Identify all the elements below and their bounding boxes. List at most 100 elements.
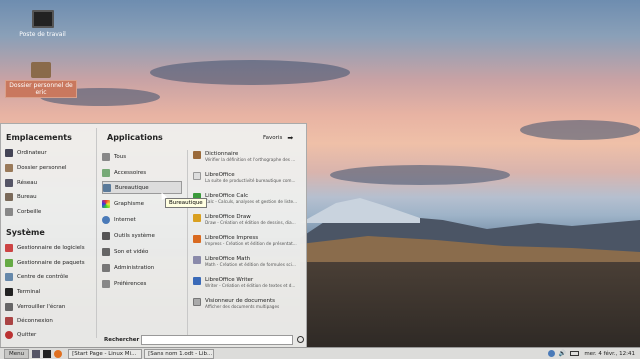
category-label: Préférences [114,280,147,287]
place-label: Bureau [17,193,37,200]
battery-icon[interactable] [570,351,580,356]
category-internet[interactable]: Internet [102,213,182,226]
places-heading: Emplacements [6,133,72,142]
category-label: Graphisme [114,200,145,207]
app-libreoffice-calc[interactable]: LibreOffice Calc Calc - Calculs, analyses… [193,193,308,213]
system-control-center[interactable]: Centre de contrôle [5,270,68,283]
category-label: Accessoires [114,169,147,176]
app-description: La suite de productivité bureautique com… [205,178,296,183]
system-label: Gestionnaire de paquets [17,259,85,266]
system-package-manager[interactable]: Gestionnaire de paquets [5,256,85,269]
category-label: Administration [114,264,155,271]
app-libreoffice-math[interactable]: LibreOffice Math Math - Création et éditi… [193,256,308,276]
category-system-tools[interactable]: Outils système [102,229,182,242]
start-menu: Emplacements Ordinateur Dossier personne… [0,123,307,349]
category-tooltip: Bureautique [165,198,207,208]
package-manager-icon [5,258,13,267]
place-label: Corbeille [17,208,42,215]
category-label: Bureautique [115,184,149,191]
system-lock-screen[interactable]: Verrouiller l'écran [5,300,65,313]
category-sound-video[interactable]: Son et vidéo [102,245,182,258]
system-heading: Système [6,228,45,237]
system-quit[interactable]: Quitter [5,328,36,341]
place-network[interactable]: Réseau [5,176,37,189]
place-label: Ordinateur [17,149,47,156]
column-divider [187,150,188,335]
terminal-icon [5,287,13,296]
taskbar-window-writer[interactable]: [Sans nom 1.odt - Lib... [144,348,215,359]
system-label: Gestionnaire de logiciels [17,244,85,251]
browser-launcher-icon[interactable] [54,349,63,358]
all-apps-icon [102,152,110,161]
category-preferences[interactable]: Préférences [102,277,182,290]
taskbar: Menu [Start Page - Linux Mi... [Sans nom… [0,347,640,359]
app-document-viewer[interactable]: Visionneur de documents Afficher des docu… [193,298,308,318]
volume-icon[interactable]: 🔊 [559,350,566,357]
category-administration[interactable]: Administration [102,261,182,274]
app-libreoffice-writer[interactable]: LibreOffice Writer Writer - Création et é… [193,277,308,297]
place-computer[interactable]: Ordinateur [5,146,47,159]
place-trash[interactable]: Corbeille [5,205,41,218]
wallpaper-snow-peak [300,198,420,223]
system-label: Déconnexion [17,317,53,324]
system-terminal[interactable]: Terminal [5,285,40,298]
accessories-icon [102,168,110,177]
search-icon[interactable] [297,336,304,343]
menu-button[interactable]: Menu [4,348,30,359]
preferences-icon [102,279,110,288]
desktop-show-icon[interactable] [32,349,41,358]
taskbar-window-start-page[interactable]: [Start Page - Linux Mi... [68,348,143,359]
desktop-icon-home[interactable]: Dossier personnel de eric [5,62,77,98]
draw-icon [193,214,201,222]
desktop-icon-computer[interactable]: Poste de travail [15,10,70,38]
places-column: Emplacements Ordinateur Dossier personne… [1,124,96,350]
favorites-button[interactable]: Favoris ➡ [263,134,293,142]
search-label: Rechercher : [104,337,144,343]
app-libreoffice-draw[interactable]: LibreOffice Draw Draw - Création et éditi… [193,214,308,234]
software-manager-icon [5,243,13,252]
place-desktop[interactable]: Bureau [5,190,37,203]
desktop-icon-label: Dossier personnel de eric [5,80,77,98]
internet-icon [102,215,110,224]
sound-video-icon [102,247,110,256]
category-all[interactable]: Tous [102,150,182,163]
categories-column: Applications Tous Accessoires Bureautiqu… [98,124,188,334]
administration-icon [102,263,110,272]
network-icon[interactable] [547,350,555,357]
app-description: Math - Création et édition de formules s… [205,262,296,267]
menu-button-label: Menu [9,350,25,357]
place-label: Réseau [17,179,38,186]
computer-icon [5,148,13,157]
system-logout[interactable]: Déconnexion [5,314,53,327]
impress-icon [193,235,201,243]
system-label: Verrouiller l'écran [17,303,66,310]
math-icon [193,256,201,264]
place-home[interactable]: Dossier personnel [5,161,67,174]
task-label: [Sans nom 1.odt - Lib... [148,350,213,357]
app-description: Draw - Création et édition de dessins, d… [205,220,296,225]
app-description: Impress - Création et édition de présent… [205,241,297,246]
desktop-folder-icon [5,192,13,201]
app-dictionary[interactable]: Dictionnaire Vérifier la définition et l'… [193,151,308,171]
document-viewer-icon [193,298,201,306]
clock[interactable]: mer. 4 févr., 12:41 [584,351,635,357]
applications-heading: Applications [107,133,163,142]
system-software-manager[interactable]: Gestionnaire de logiciels [5,241,85,254]
trash-icon [5,207,13,216]
task-label: [Start Page - Linux Mi... [72,350,137,357]
terminal-launcher-icon[interactable] [43,349,52,358]
app-libreoffice[interactable]: LibreOffice La suite de productivité bure… [193,172,308,192]
network-icon [5,178,13,187]
search-input[interactable] [141,335,293,345]
category-accessories[interactable]: Accessoires [102,166,182,179]
lock-icon [5,302,13,311]
place-label: Dossier personnel [17,164,67,171]
system-label: Terminal [17,288,41,295]
desktop-icon-label: Poste de travail [19,31,66,38]
category-office[interactable]: Bureautique [102,181,182,194]
wallpaper-cloud [330,165,510,185]
power-icon [5,330,13,339]
system-label: Centre de contrôle [17,273,69,280]
app-libreoffice-impress[interactable]: LibreOffice Impress Impress - Création et… [193,235,308,255]
computer-icon [31,10,54,28]
